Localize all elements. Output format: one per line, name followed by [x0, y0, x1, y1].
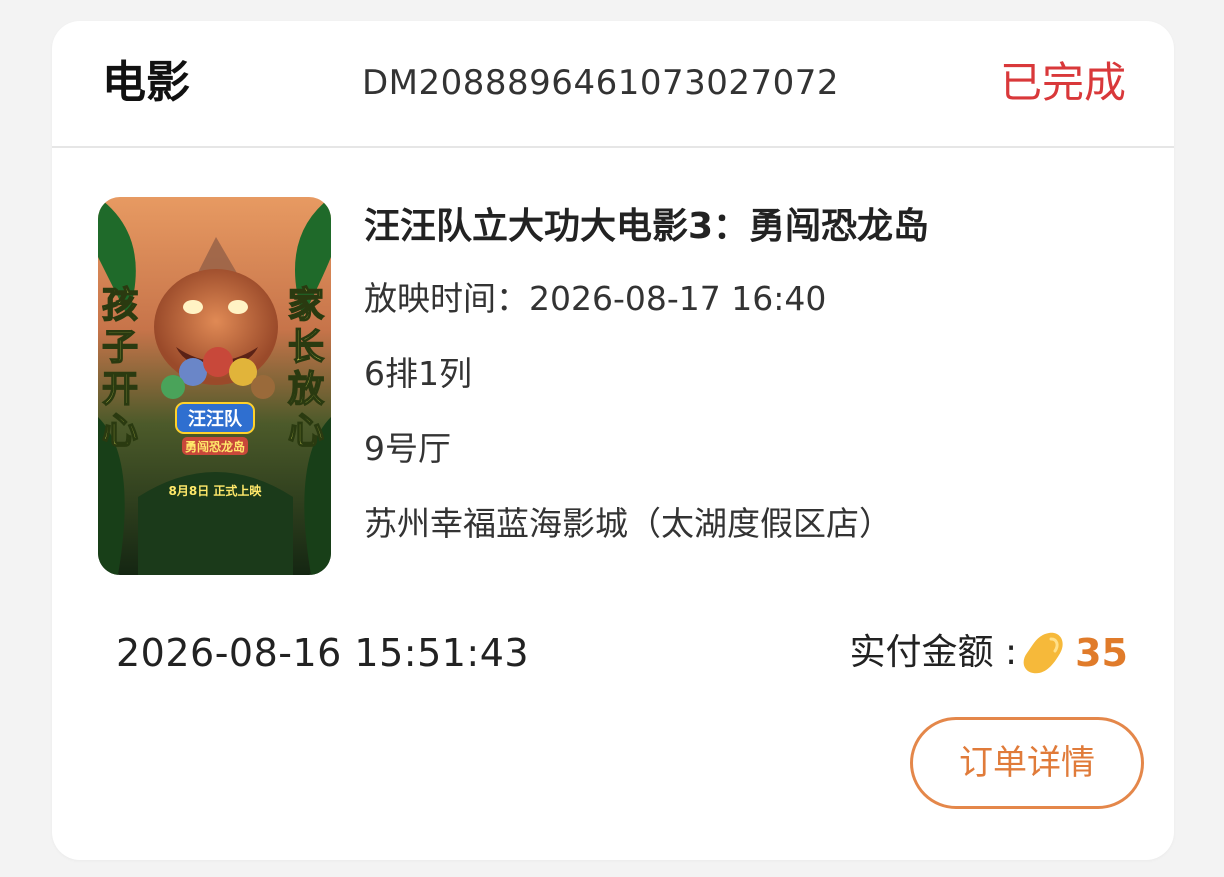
order-card[interactable]: 电影 DM2088896461073027072 已完成 汪汪队 勇闯恐龙岛 孩… — [52, 21, 1174, 860]
poster-logo-text: 汪汪队 — [188, 408, 243, 430]
movie-title: 汪汪队立大功大电影3：勇闯恐龙岛 — [364, 206, 930, 247]
order-time: 2026-08-16 15:51:43 — [116, 631, 530, 675]
paid-amount-row: 实付金额 : 35 — [850, 627, 1128, 679]
movie-poster[interactable]: 汪汪队 勇闯恐龙岛 孩 子 开 心 家 长 放 心 8月8日 正式上映 — [98, 197, 331, 575]
order-header: 电影 DM2088896461073027072 已完成 — [52, 21, 1174, 148]
hall-info: 9号厅 — [364, 429, 451, 468]
bean-icon — [1019, 629, 1067, 677]
poster-subtitle-text: 勇闯恐龙岛 — [185, 439, 245, 454]
movie-info: 汪汪队立大功大电影3：勇闯恐龙岛 放映时间：2026-08-17 16:40 6… — [364, 199, 1144, 548]
poster-release-text: 8月8日 正式上映 — [169, 483, 263, 498]
seat-info: 6排1列 — [364, 354, 472, 393]
order-number: DM2088896461073027072 — [362, 63, 840, 103]
order-category: 电影 — [102, 57, 190, 108]
order-detail-button[interactable]: 订单详情 — [910, 717, 1144, 809]
paid-amount: 35 — [1075, 631, 1128, 675]
paid-label: 实付金额 : — [849, 632, 1018, 673]
showtime: 放映时间：2026-08-17 16:40 — [364, 279, 827, 318]
order-status: 已完成 — [999, 58, 1126, 107]
poster-art: 汪汪队 勇闯恐龙岛 孩 子 开 心 家 长 放 心 8月8日 正式上映 — [98, 197, 331, 575]
cinema-name: 苏州幸福蓝海影城（太湖度假区店） — [364, 504, 892, 543]
